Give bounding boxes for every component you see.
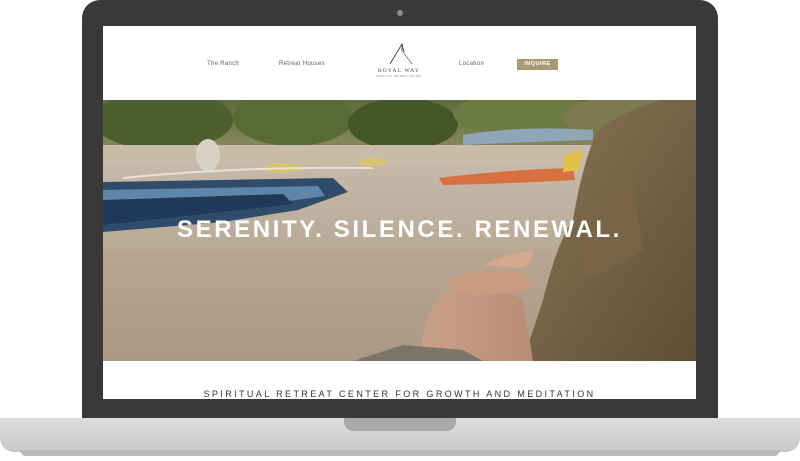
laptop-notch (344, 418, 456, 431)
nav-link-location[interactable]: Location (459, 61, 484, 67)
browser-viewport: The Ranch Retreat Houses ROYAL WAY SPIRI… (103, 26, 696, 399)
nav-link-retreat-houses[interactable]: Retreat Houses (279, 61, 325, 67)
logo-name: ROYAL WAY (377, 68, 421, 74)
hero-headline: SERENITY. SILENCE. RENEWAL. (177, 216, 622, 243)
site-header: The Ranch Retreat Houses ROYAL WAY SPIRI… (103, 26, 696, 100)
nav-link-the-ranch[interactable]: The Ranch (207, 61, 239, 67)
camera-icon (397, 10, 403, 16)
logo-mark-icon (389, 43, 413, 65)
logo-tagline: SPIRITUAL RETREAT CENTER (376, 75, 422, 78)
inquire-button[interactable]: INQUIRE (517, 59, 558, 70)
site-logo[interactable]: ROYAL WAY SPIRITUAL RETREAT CENTER (369, 40, 429, 92)
laptop-base-shadow (20, 450, 780, 456)
hero-section: SERENITY. SILENCE. RENEWAL. (103, 100, 696, 361)
section-tagline: SPIRITUAL RETREAT CENTER FOR GROWTH AND … (203, 389, 596, 399)
